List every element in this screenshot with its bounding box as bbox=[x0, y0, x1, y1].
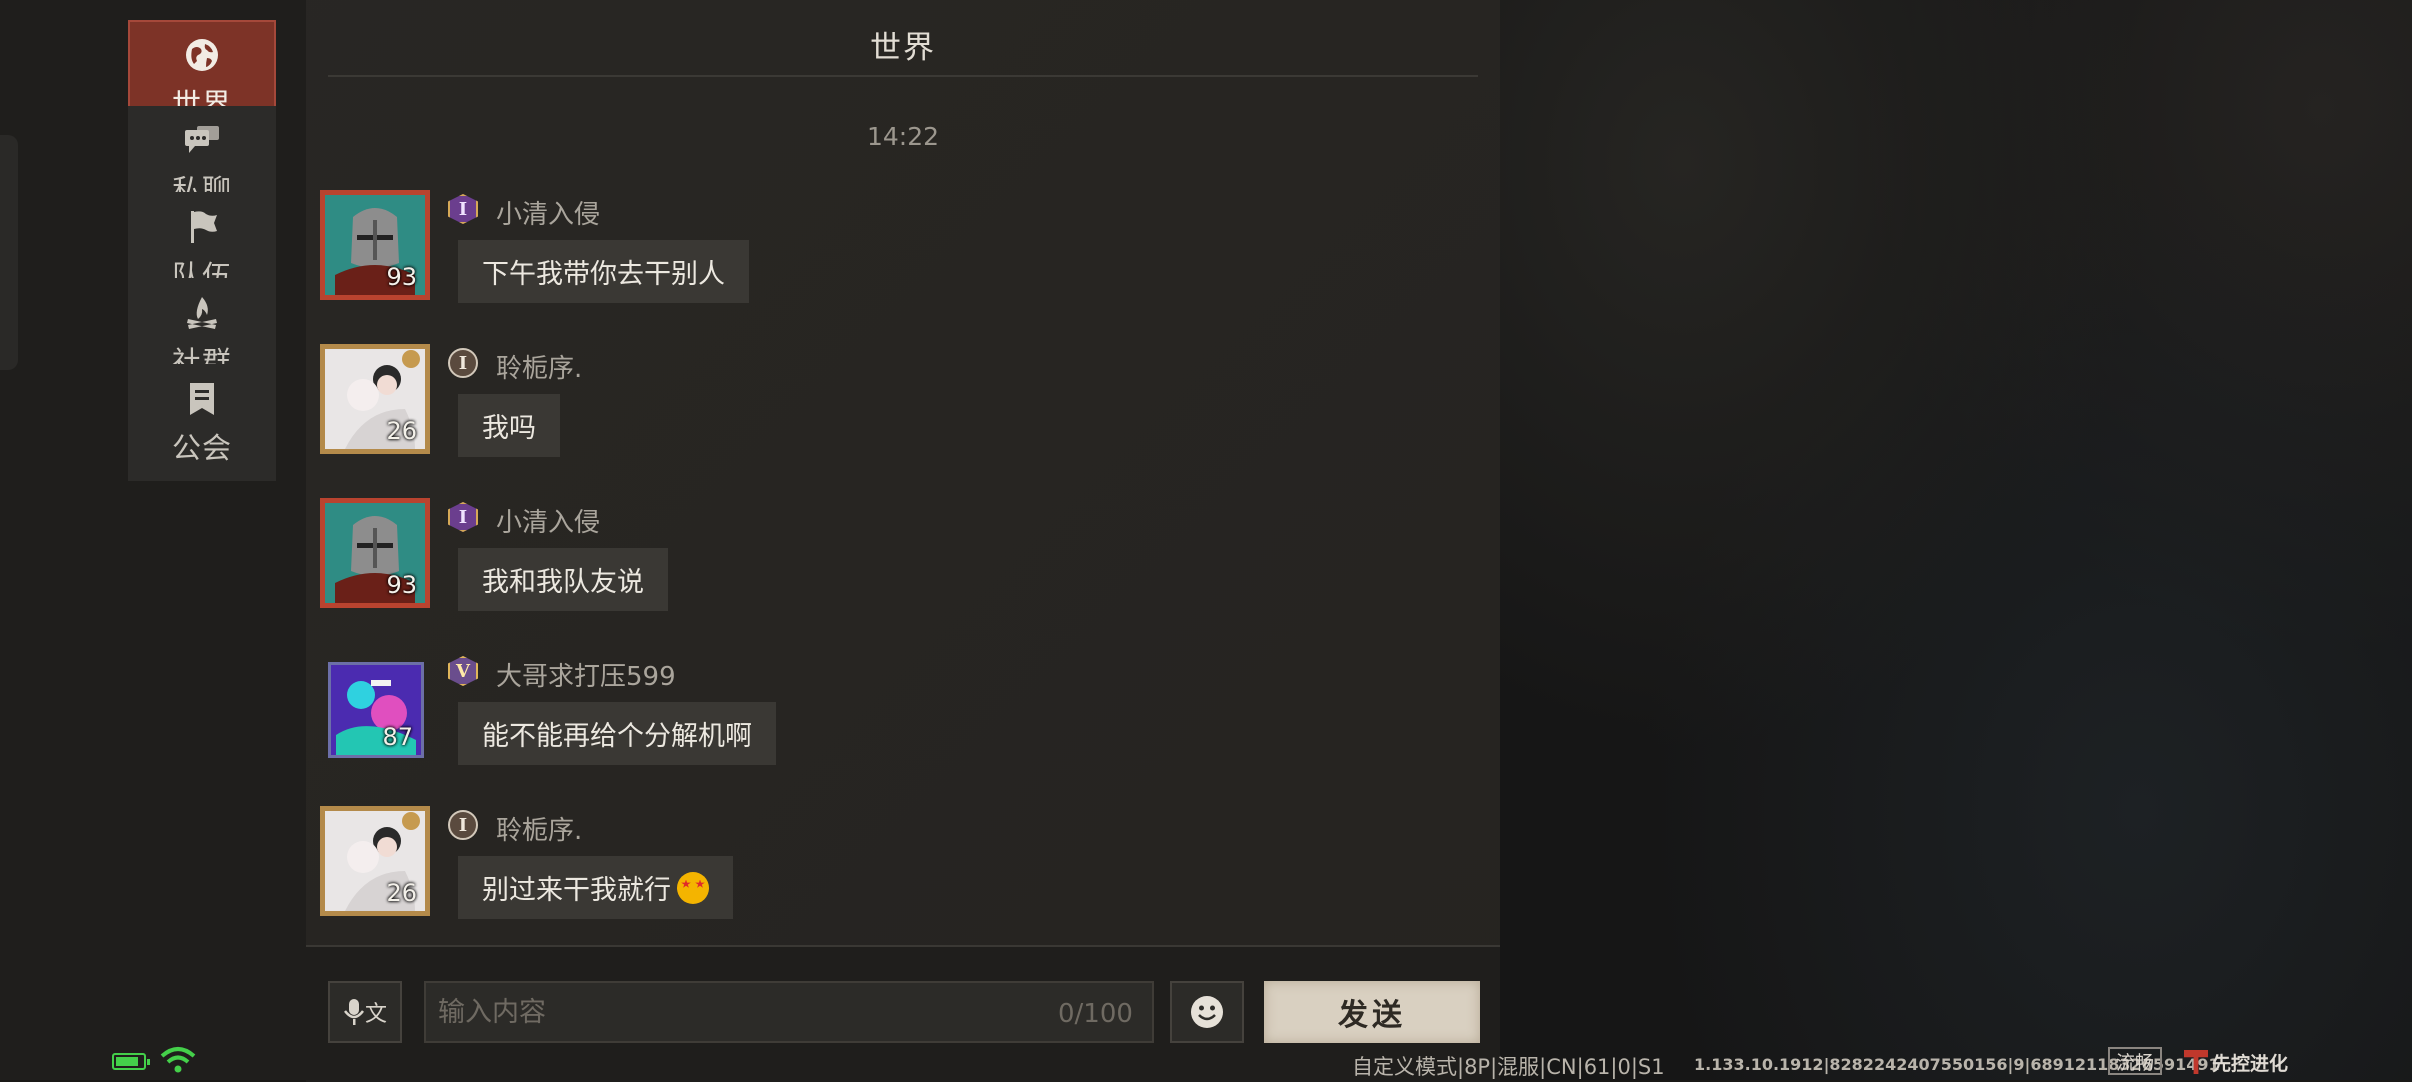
message-input[interactable] bbox=[424, 981, 1154, 1043]
rank-badge-icon: I bbox=[448, 502, 478, 532]
voice-text-label: 文 bbox=[364, 1002, 387, 1027]
star-struck-emoji-icon bbox=[677, 871, 709, 904]
message-bubble: 我吗 bbox=[458, 394, 560, 457]
level-text: 93 bbox=[386, 263, 417, 291]
logo-text: 先控进化 bbox=[2212, 1052, 2289, 1075]
sender-name[interactable]: 聆栀序. bbox=[496, 348, 582, 385]
knight-helmet-avatar[interactable]: 93 bbox=[320, 190, 430, 300]
game-scene-background bbox=[1500, 0, 2412, 1080]
emoji-button[interactable] bbox=[1170, 981, 1244, 1043]
smiley-icon bbox=[1191, 996, 1223, 1028]
rank-badge-icon: I bbox=[448, 194, 478, 224]
channel-title: 世界 bbox=[870, 30, 936, 66]
message-bubble: 下午我带你去干别人 bbox=[458, 240, 749, 303]
network-quality-badge: 流畅 bbox=[2108, 1047, 2163, 1075]
chat-panel: 世界 14:22 93 I 小清入侵 下午我带你去干别人 26 I 聆栀序. 我… bbox=[306, 0, 1500, 1082]
microphone-icon bbox=[343, 999, 364, 1025]
message-bubble: 我和我队友说 bbox=[458, 548, 668, 611]
chat-message: 26 I 聆栀序. 我吗 bbox=[306, 344, 1500, 464]
guild-banner-icon bbox=[182, 379, 222, 419]
message-timestamp: 14:22 bbox=[866, 122, 940, 151]
sender-name[interactable]: 大哥求打压599 bbox=[496, 656, 676, 693]
battery-icon bbox=[112, 1053, 150, 1070]
game-mode-info: 自定义模式|8P|混服|CN|61|0|S1 bbox=[1352, 1055, 1665, 1079]
campfire-icon bbox=[182, 293, 222, 333]
purple-art-avatar[interactable]: 87 bbox=[328, 662, 424, 758]
wifi-icon bbox=[160, 1047, 196, 1073]
char-counter: 0/100 bbox=[1058, 999, 1133, 1029]
chat-message: 93 I 小清入侵 下午我带你去干别人 bbox=[306, 190, 1500, 310]
title-divider bbox=[328, 75, 1478, 77]
globe-icon bbox=[182, 35, 222, 75]
message-bubble: 别过来干我就行 bbox=[458, 856, 733, 919]
level-text: 87 bbox=[382, 723, 413, 751]
knight-helmet-avatar[interactable]: 93 bbox=[320, 498, 430, 608]
message-bubble: 能不能再给个分解机啊 bbox=[458, 702, 776, 765]
sender-name[interactable]: 小清入侵 bbox=[496, 502, 600, 539]
chat-message: 87 V 大哥求打压599 能不能再给个分解机啊 bbox=[306, 652, 1500, 772]
chat-message: 26 I 聆栀序. 别过来干我就行 bbox=[306, 806, 1500, 926]
tab-guild[interactable]: 公会 bbox=[128, 364, 276, 481]
message-text: 别过来干我就行 bbox=[482, 875, 671, 906]
flag-icon bbox=[182, 207, 222, 247]
chat-message: 93 I 小清入侵 我和我队友说 bbox=[306, 498, 1500, 618]
level-text: 93 bbox=[386, 571, 417, 599]
game-logo: 先控进化 bbox=[2184, 1048, 2288, 1076]
chat-input-bar: 文 0/100 发送 bbox=[306, 945, 1500, 1082]
level-text: 26 bbox=[386, 417, 417, 445]
voice-to-text-button[interactable]: 文 bbox=[328, 981, 402, 1043]
level-text: 26 bbox=[386, 879, 417, 907]
sender-name[interactable]: 聆栀序. bbox=[496, 810, 582, 847]
send-button[interactable]: 发送 bbox=[1264, 981, 1480, 1043]
sender-name[interactable]: 小清入侵 bbox=[496, 194, 600, 231]
couple-photo-avatar[interactable]: 26 bbox=[320, 344, 430, 454]
rank-badge-icon: I bbox=[448, 810, 478, 840]
rank-badge-icon: I bbox=[448, 348, 478, 378]
tab-label: 公会 bbox=[171, 430, 232, 465]
screen-edge-handle bbox=[0, 135, 18, 370]
couple-photo-avatar[interactable]: 26 bbox=[320, 806, 430, 916]
logo-mark-icon bbox=[2184, 1050, 2208, 1074]
vip-badge-icon: V bbox=[448, 656, 478, 686]
chat-bubbles-icon bbox=[182, 121, 222, 161]
